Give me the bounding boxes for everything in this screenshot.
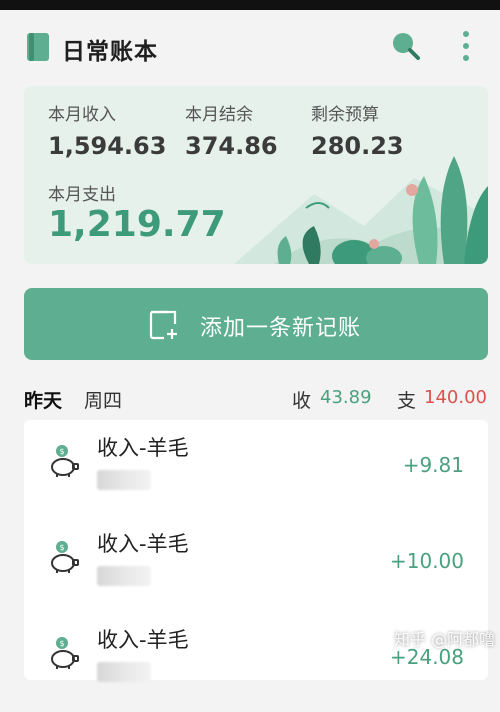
list-item[interactable]: $ 收入-羊毛 +9.81 — [24, 420, 488, 520]
piggy-bank-icon: $ — [51, 445, 79, 477]
more-vertical-icon[interactable] — [456, 26, 476, 66]
search-icon[interactable] — [388, 28, 422, 62]
add-record-label: 添加一条新记账 — [200, 316, 362, 341]
month-income-label: 本月收入 — [48, 105, 116, 125]
day-income-value: 43.89 — [320, 387, 372, 408]
entry-title: 收入-羊毛 — [97, 628, 189, 652]
entry-amount: +9.81 — [402, 453, 464, 477]
svg-text:$: $ — [59, 543, 64, 552]
status-bar — [0, 0, 500, 10]
add-record-button[interactable]: 添加一条新记账 — [24, 288, 488, 360]
app-header: 日常账本 — [0, 10, 500, 82]
piggy-bank-icon: $ — [51, 541, 79, 573]
entry-title: 收入-羊毛 — [97, 436, 189, 460]
svg-text:$: $ — [59, 639, 64, 648]
list-item[interactable]: $ 收入-羊毛 +10.00 — [24, 516, 488, 616]
remaining-budget-value: 280.23 — [311, 132, 404, 160]
day-expense-value: 140.00 — [424, 387, 487, 408]
weekday: 周四 — [84, 390, 123, 412]
entry-note-redacted — [97, 470, 151, 490]
watermark: 知乎 @阿都噜 — [394, 630, 496, 649]
day-income-label: 收 — [292, 390, 312, 412]
ledger-book-icon — [27, 33, 49, 61]
month-income-value: 1,594.63 — [48, 132, 167, 160]
app-title: 日常账本 — [62, 39, 158, 65]
add-record-icon — [149, 310, 177, 340]
month-balance-value: 374.86 — [185, 132, 278, 160]
entry-note-redacted — [97, 566, 151, 586]
month-balance-label: 本月结余 — [185, 105, 253, 125]
day-header: 昨天 周四 收 43.89 支 140.00 — [0, 380, 500, 416]
piggy-bank-icon: $ — [51, 637, 79, 669]
day-expense-label: 支 — [397, 390, 417, 412]
entry-amount: +10.00 — [389, 549, 464, 573]
monthly-summary-card: 本月收入 1,594.63 本月结余 374.86 剩余预算 280.23 本月… — [24, 86, 488, 264]
month-expense-value: 1,219.77 — [48, 204, 226, 245]
month-expense-label: 本月支出 — [48, 185, 116, 205]
day-name: 昨天 — [24, 390, 63, 412]
svg-text:$: $ — [59, 447, 64, 456]
entry-title: 收入-羊毛 — [97, 532, 189, 556]
entry-note-redacted — [97, 662, 151, 682]
remaining-budget-label: 剩余预算 — [311, 105, 379, 125]
